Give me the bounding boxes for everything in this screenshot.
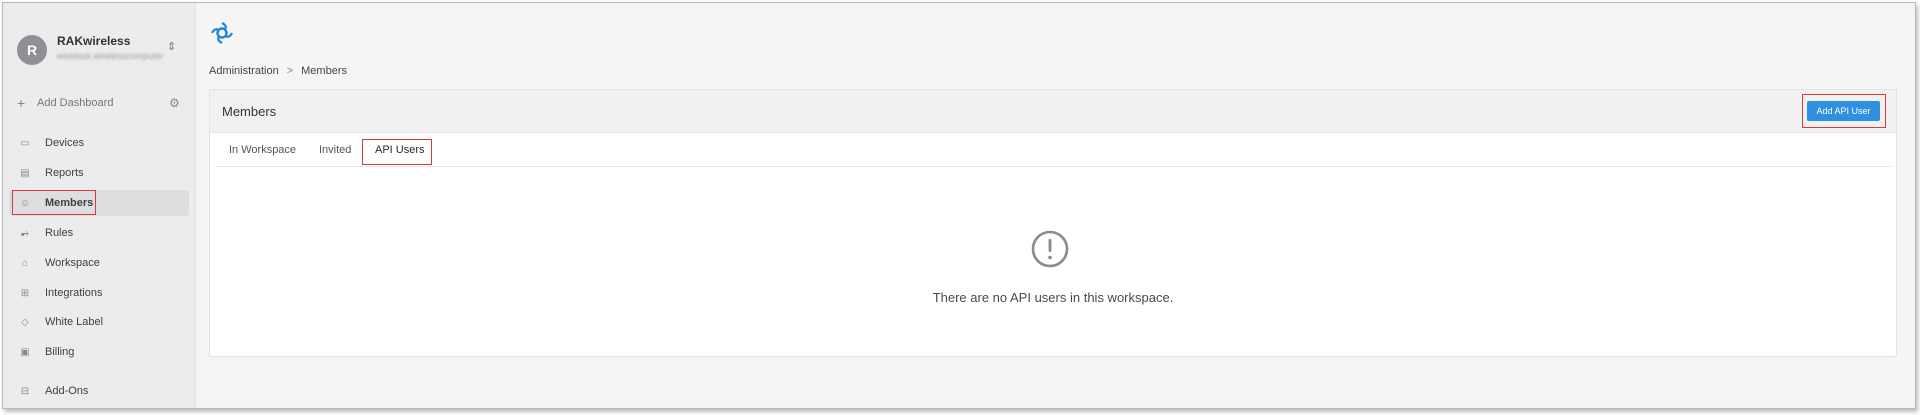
sidebar-item-members[interactable]: ☺ Members — [9, 190, 189, 216]
rules-icon: ⥵ — [21, 227, 29, 239]
addons-icon: ⊟ — [20, 385, 30, 397]
alert-circle-icon — [1031, 230, 1069, 268]
chevron-up-down-icon[interactable]: ⇕ — [167, 40, 176, 53]
panel-header: Members Add API User — [210, 90, 1896, 133]
members-icon: ☺ — [19, 197, 31, 209]
tab-api-users[interactable]: API Users — [375, 144, 425, 156]
integrations-icon: ⊞ — [20, 287, 30, 299]
tag-icon: ◇ — [21, 316, 29, 328]
sidebar-item-label: Add-Ons — [45, 385, 89, 397]
breadcrumb: Administration > Members — [209, 65, 347, 77]
workspace-icon: ⌂ — [21, 257, 29, 269]
avatar: R — [17, 35, 47, 65]
sidebar-item-billing[interactable]: ▣ Billing — [9, 339, 189, 365]
tab-invited[interactable]: Invited — [319, 144, 351, 156]
sidebar: R RAKwireless wisblock.wirelesscomputer … — [3, 3, 196, 408]
workspace-switcher[interactable]: R RAKwireless wisblock.wirelesscomputer … — [15, 33, 185, 69]
add-api-user-button[interactable]: Add API User — [1807, 101, 1880, 121]
members-panel: Members Add API User In Workspace Invite… — [209, 89, 1897, 357]
workspace-subtitle: wisblock.wirelesscomputer — [57, 51, 164, 61]
sidebar-item-label: Rules — [45, 227, 74, 239]
sidebar-item-rules[interactable]: ⥵ Rules — [9, 220, 189, 246]
sidebar-item-label: Devices — [45, 137, 85, 149]
breadcrumb-parent[interactable]: Administration — [209, 65, 279, 77]
panel-title: Members — [222, 104, 277, 119]
workspace-name: RAKwireless — [57, 34, 131, 48]
reports-icon: ▤ — [20, 167, 30, 179]
sidebar-item-white-label[interactable]: ◇ White Label — [9, 309, 189, 335]
sidebar-item-label: Members — [45, 197, 94, 209]
breadcrumb-current: Members — [301, 65, 347, 77]
app-window: R RAKwireless wisblock.wirelesscomputer … — [2, 2, 1916, 409]
sidebar-item-label: Reports — [45, 167, 84, 179]
sidebar-item-label: Workspace — [45, 257, 100, 269]
breadcrumb-separator: > — [286, 65, 294, 77]
sidebar-item-workspace[interactable]: ⌂ Workspace — [9, 250, 189, 276]
devices-icon: ▭ — [20, 137, 30, 149]
app-logo-icon — [211, 22, 233, 44]
sidebar-item-label: White Label — [45, 316, 104, 328]
sidebar-item-label: Integrations — [45, 287, 103, 299]
gear-icon[interactable]: ⚙ — [169, 96, 180, 110]
billing-icon: ▣ — [20, 346, 30, 358]
add-dashboard-button[interactable]: + Add Dashboard ⚙ — [17, 96, 185, 116]
sidebar-item-add-ons[interactable]: ⊟ Add-Ons — [9, 378, 189, 404]
member-tabs: In Workspace Invited API Users — [216, 132, 1892, 167]
tab-in-workspace[interactable]: In Workspace — [229, 144, 296, 156]
sidebar-item-reports[interactable]: ▤ Reports — [9, 160, 189, 186]
add-dashboard-label: Add Dashboard — [37, 97, 114, 109]
empty-state-message: There are no API users in this workspace… — [932, 290, 1174, 305]
sidebar-item-devices[interactable]: ▭ Devices — [9, 130, 189, 156]
plus-icon: + — [17, 95, 26, 111]
sidebar-item-integrations[interactable]: ⊞ Integrations — [9, 280, 189, 306]
sidebar-item-label: Billing — [45, 346, 75, 358]
